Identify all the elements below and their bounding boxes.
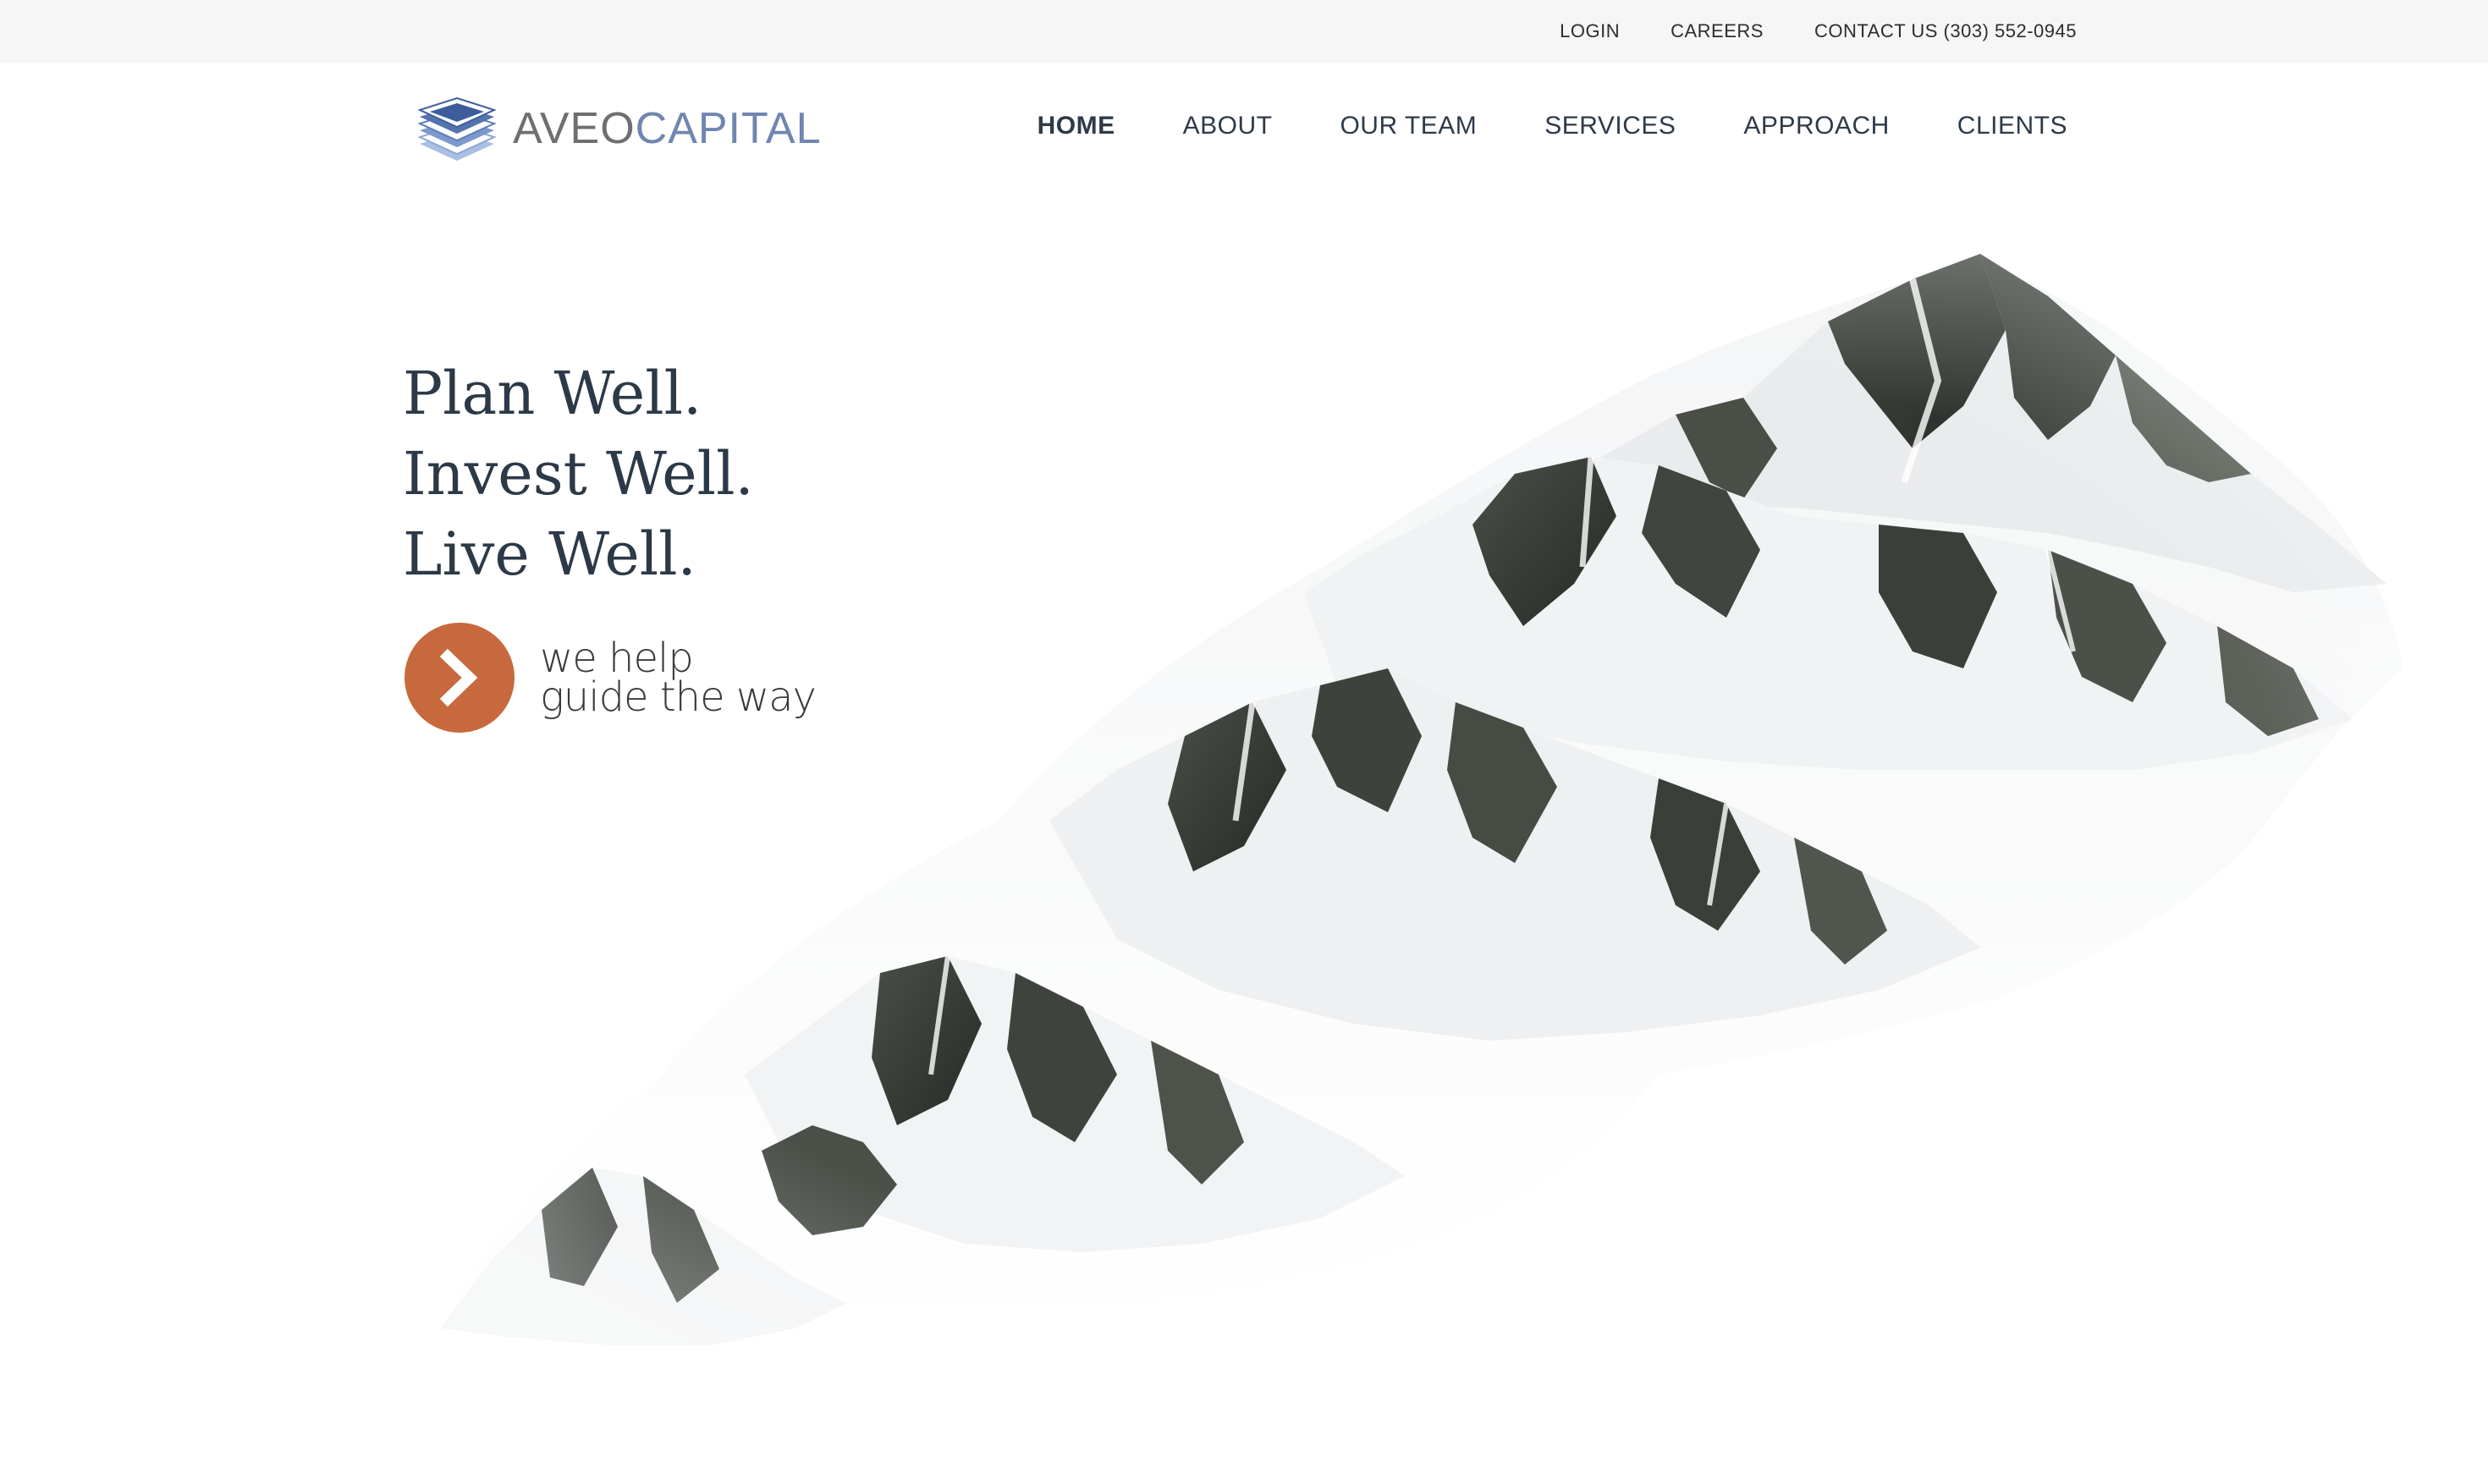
contact-link[interactable]: CONTACT US (303) 552-0945 <box>1814 20 2077 42</box>
nav-services[interactable]: SERVICES <box>1544 112 1676 140</box>
nav-clients[interactable]: CLIENTS <box>1957 112 2067 140</box>
logo-word-capital: CAPITAL <box>635 104 822 153</box>
guide-text-line-1: we help <box>540 635 694 682</box>
guide-text-line-2: guide the way <box>540 673 817 721</box>
utility-links: LOGIN CAREERS CONTACT US (303) 552-0945 <box>1560 0 2077 63</box>
guide-text: we help guide the way <box>540 635 817 721</box>
login-link[interactable]: LOGIN <box>1560 20 1620 42</box>
hero-tagline: Plan Well. Invest Well. Live Well. <box>403 354 754 595</box>
logo-wordmark: AVEOCAPITAL <box>513 107 822 151</box>
careers-link[interactable]: CAREERS <box>1671 20 1764 42</box>
page: LOGIN CAREERS CONTACT US (303) 552-0945 … <box>0 0 2488 1484</box>
tagline-line-1: Plan Well. <box>403 359 702 428</box>
utility-bar: LOGIN CAREERS CONTACT US (303) 552-0945 <box>0 0 2488 63</box>
guide-arrow-button[interactable] <box>405 623 515 733</box>
guide-cta[interactable]: we help guide the way <box>405 623 817 733</box>
nav-our-team[interactable]: OUR TEAM <box>1340 112 1477 140</box>
tagline-line-2: Invest Well. <box>403 439 754 508</box>
nav-home[interactable]: HOME <box>1038 112 1115 140</box>
site-logo[interactable]: AVEOCAPITAL <box>418 95 822 162</box>
nav-about[interactable]: ABOUT <box>1183 112 1273 140</box>
tagline-line-3: Live Well. <box>403 519 696 589</box>
layered-diamond-logo-icon <box>418 96 496 161</box>
main-nav: HOME ABOUT OUR TEAM SERVICES APPROACH CL… <box>1038 112 2067 140</box>
site-header: AVEOCAPITAL HOME ABOUT OUR TEAM SERVICES… <box>0 63 2488 191</box>
chevron-right-icon <box>439 648 478 707</box>
logo-word-aveo: AVEO <box>513 104 636 153</box>
nav-approach[interactable]: APPROACH <box>1743 112 1889 140</box>
